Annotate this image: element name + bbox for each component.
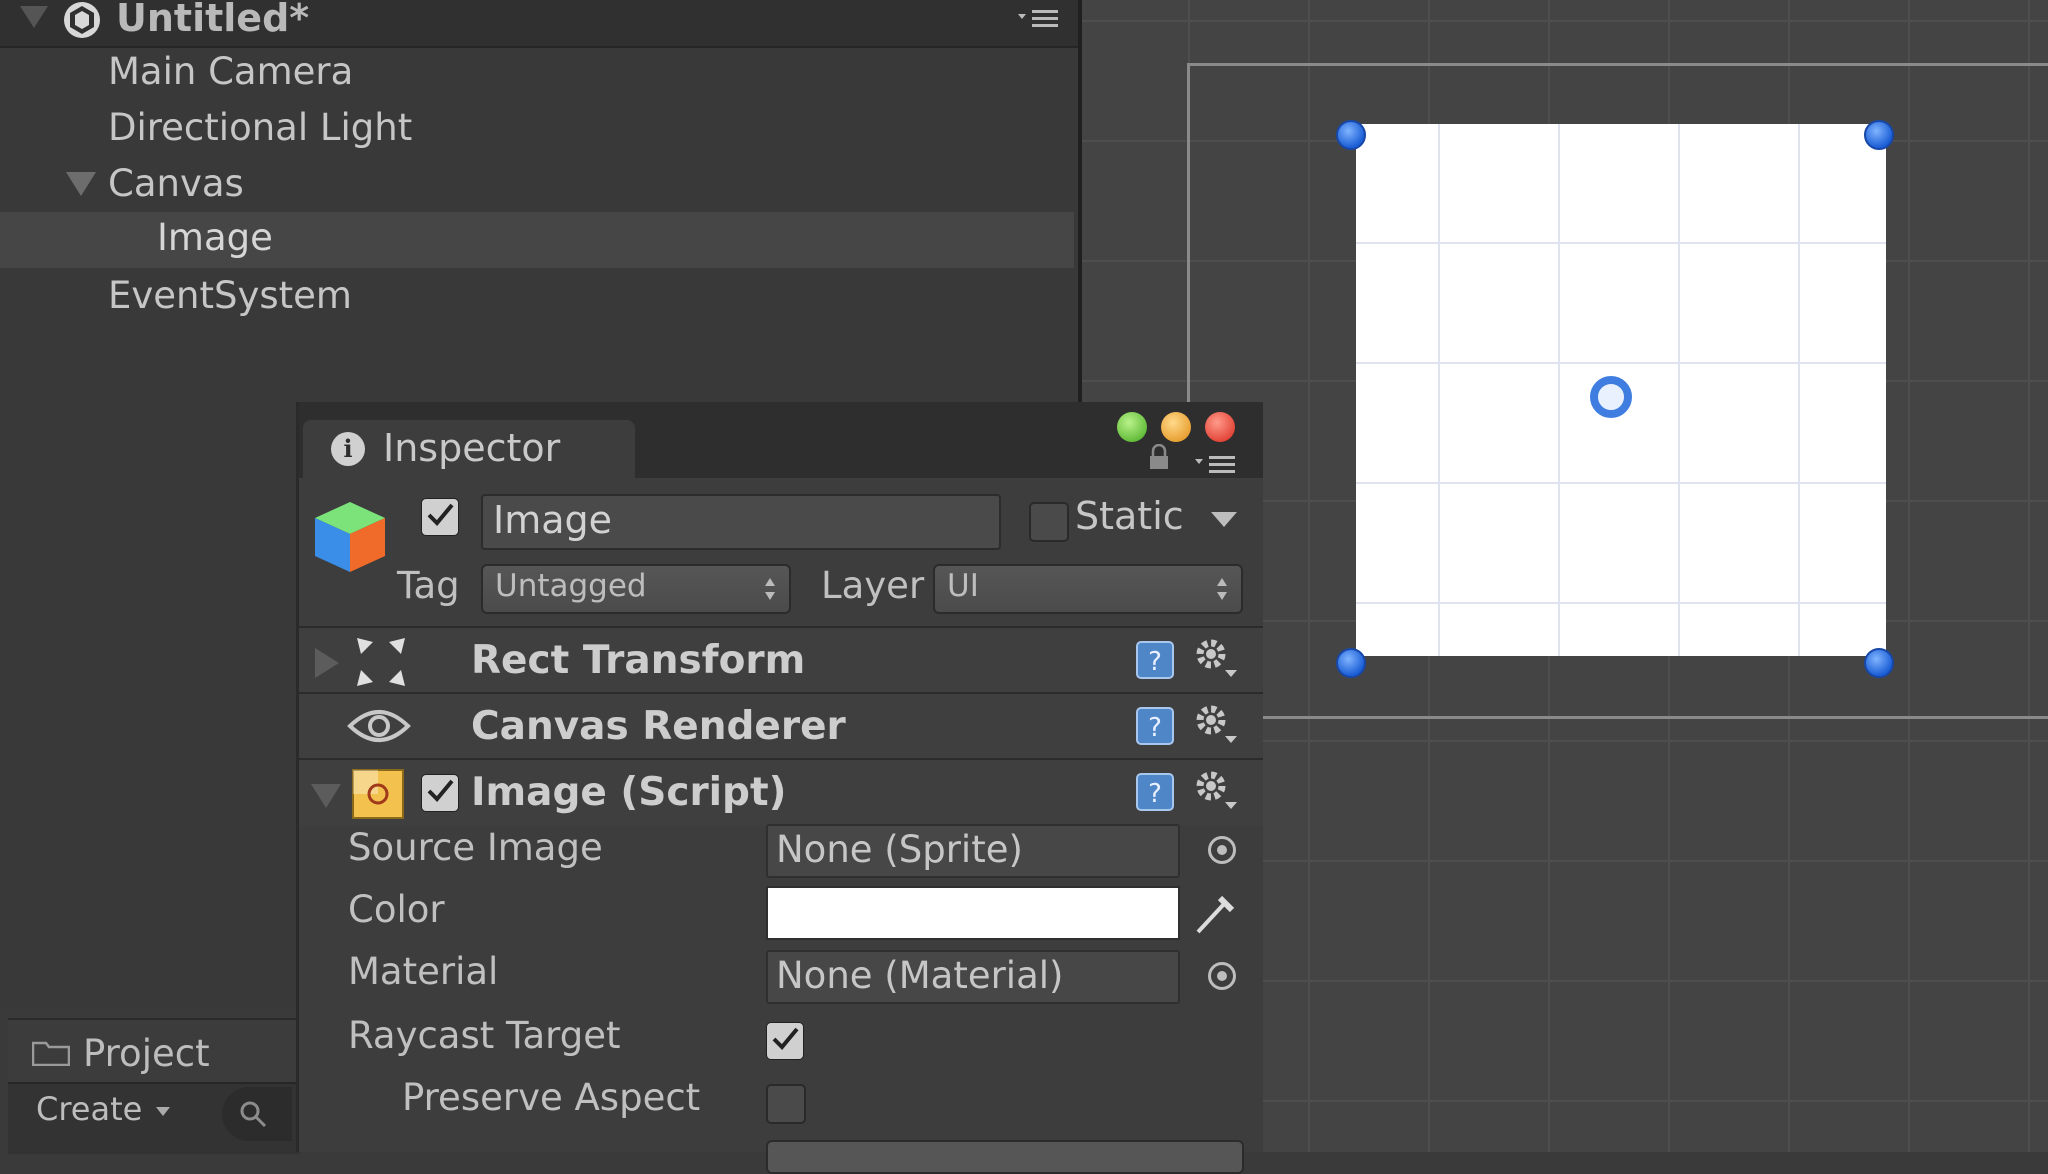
layer-label: Layer xyxy=(821,564,925,607)
rect-handle-bottom-left[interactable] xyxy=(1336,648,1366,678)
lock-icon[interactable] xyxy=(1149,444,1169,470)
hierarchy-item-canvas[interactable]: Canvas xyxy=(108,162,244,205)
hierarchy-menu-icon[interactable] xyxy=(1016,4,1060,34)
image-component-icon xyxy=(352,769,404,819)
gear-icon[interactable] xyxy=(1191,768,1239,812)
unity-logo-icon xyxy=(64,2,100,38)
rect-handle-top-left[interactable] xyxy=(1336,120,1366,150)
component-title: Image (Script) xyxy=(471,770,787,815)
minimize-window-button[interactable] xyxy=(1161,412,1191,442)
hierarchy-item-label: EventSystem xyxy=(108,274,352,317)
component-title: Rect Transform xyxy=(471,638,806,683)
object-name-input[interactable]: Image xyxy=(481,494,1001,550)
color-swatch-field[interactable] xyxy=(766,886,1180,940)
svg-text:?: ? xyxy=(1148,779,1162,809)
project-tab-label: Project xyxy=(83,1032,210,1075)
preserve-aspect-label: Preserve Aspect xyxy=(402,1076,701,1119)
canvas-renderer-component-header[interactable]: Canvas Renderer ? xyxy=(299,692,1263,760)
object-name-value: Image xyxy=(493,498,613,542)
project-search-input[interactable] xyxy=(222,1087,292,1141)
checkmark-icon xyxy=(427,779,454,802)
create-label: Create xyxy=(36,1090,143,1128)
source-image-field[interactable]: None (Sprite) xyxy=(766,824,1180,878)
pivot-handle[interactable] xyxy=(1590,376,1632,418)
image-script-component-header[interactable]: Image (Script) ? xyxy=(299,758,1263,826)
tag-value: Untagged xyxy=(495,568,647,604)
hierarchy-item-main-camera[interactable]: Main Camera xyxy=(108,50,353,93)
layer-dropdown[interactable]: UI xyxy=(933,564,1243,614)
help-icon[interactable]: ? xyxy=(1135,772,1175,812)
checkmark-icon xyxy=(772,1027,799,1050)
inspector-tab-label: Inspector xyxy=(383,426,561,470)
rect-transform-component-header[interactable]: Rect Transform ? xyxy=(299,626,1263,694)
folder-icon xyxy=(32,1041,70,1066)
object-picker-icon[interactable] xyxy=(1208,836,1236,864)
tag-dropdown[interactable]: Untagged xyxy=(481,564,791,614)
material-field[interactable]: None (Material) xyxy=(766,950,1180,1004)
fold-right-icon[interactable] xyxy=(315,648,339,678)
static-dropdown-icon[interactable] xyxy=(1211,512,1237,527)
rect-transform-icon xyxy=(357,638,405,686)
hierarchy-item-label: Canvas xyxy=(108,162,244,205)
help-icon[interactable]: ? xyxy=(1135,706,1175,746)
scene-title: Untitled* xyxy=(116,0,310,40)
svg-text:?: ? xyxy=(1148,713,1162,743)
hierarchy-item-label: Main Camera xyxy=(108,50,354,93)
static-label: Static xyxy=(1075,494,1184,538)
image-enabled-checkbox[interactable] xyxy=(421,774,459,812)
color-label: Color xyxy=(348,888,445,931)
rect-handle-bottom-right[interactable] xyxy=(1864,648,1894,678)
component-title: Canvas Renderer xyxy=(471,704,846,749)
hierarchy-item-label: Image xyxy=(157,216,273,259)
updown-arrows-icon xyxy=(765,578,775,600)
eye-icon xyxy=(347,710,411,742)
eyedropper-icon[interactable] xyxy=(1190,886,1240,938)
fold-down-icon[interactable] xyxy=(311,784,341,808)
create-dropdown-button[interactable]: Create xyxy=(36,1090,171,1128)
scene-fold-arrow-icon[interactable] xyxy=(20,6,48,28)
hierarchy-item-eventsystem[interactable]: EventSystem xyxy=(108,274,352,317)
hierarchy-scene-header[interactable]: Untitled* xyxy=(0,0,1078,48)
hierarchy-item-image[interactable]: Image xyxy=(0,212,1074,268)
material-value: None (Material) xyxy=(776,954,1064,997)
svg-text:?: ? xyxy=(1148,647,1162,677)
close-window-button[interactable] xyxy=(1205,412,1235,442)
hierarchy-item-directional-light[interactable]: Directional Light xyxy=(108,106,412,149)
source-image-label: Source Image xyxy=(348,826,603,869)
tab-menu-icon[interactable] xyxy=(1195,452,1237,476)
gear-icon[interactable] xyxy=(1191,702,1239,746)
checkmark-icon xyxy=(427,503,454,526)
chevron-down-icon xyxy=(156,1106,171,1116)
help-icon[interactable]: ? xyxy=(1135,640,1175,680)
layer-value: UI xyxy=(947,568,979,604)
static-checkbox[interactable] xyxy=(1029,502,1069,542)
hierarchy-item-label: Directional Light xyxy=(108,106,413,149)
gameobject-cube-icon xyxy=(315,502,385,572)
preserve-aspect-checkbox[interactable] xyxy=(766,1084,806,1124)
raycast-target-checkbox[interactable] xyxy=(766,1022,804,1060)
zoom-window-button[interactable] xyxy=(1117,412,1147,442)
canvas-fold-arrow-icon[interactable] xyxy=(66,172,96,196)
active-checkbox[interactable] xyxy=(421,498,459,536)
object-picker-icon[interactable] xyxy=(1208,962,1236,990)
inspector-tab[interactable]: i Inspector xyxy=(303,420,635,480)
material-label: Material xyxy=(348,950,499,993)
info-icon: i xyxy=(331,432,365,466)
source-image-value: None (Sprite) xyxy=(776,828,1023,871)
set-native-size-button[interactable] xyxy=(766,1140,1244,1174)
project-tab[interactable]: Project xyxy=(8,1018,300,1084)
search-icon xyxy=(240,1101,267,1128)
gear-icon[interactable] xyxy=(1191,636,1239,680)
tag-label: Tag xyxy=(397,564,460,607)
updown-arrows-icon xyxy=(1217,578,1227,600)
rect-handle-top-right[interactable] xyxy=(1864,120,1894,150)
raycast-target-label: Raycast Target xyxy=(348,1014,621,1057)
